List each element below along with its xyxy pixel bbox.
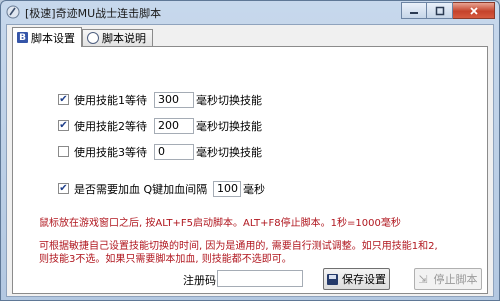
skill-2-wait-input[interactable]: 200	[154, 117, 194, 134]
stop-script-label: 停止脚本	[433, 273, 478, 286]
skill-3-wait-input[interactable]: 0	[154, 143, 194, 160]
tuning-instructions-cont: 则技能3不选。如果只需要脚本加血, 则技能都不选即可。	[39, 254, 292, 265]
app-window: [极速]奇迹MU战士连击脚本 B 脚本设置 脚本说明 ✔ 使用技能1等待 300…	[0, 0, 500, 301]
minimize-button[interactable]	[401, 2, 427, 19]
info-tab-icon	[87, 32, 99, 44]
save-icon	[327, 273, 338, 285]
save-settings-button[interactable]: 保存设置	[323, 268, 390, 290]
skill-3-checkbox[interactable]	[58, 146, 69, 157]
close-button[interactable]	[453, 2, 495, 19]
skill-1-row: ✔ 使用技能1等待 300 毫秒切换技能	[58, 91, 262, 108]
save-settings-label: 保存设置	[342, 273, 386, 286]
stop-script-button[interactable]: ⇲ 停止脚本	[414, 268, 482, 290]
skill-2-checkbox[interactable]: ✔	[58, 120, 69, 131]
close-icon	[469, 6, 478, 15]
hotkey-instructions: 鼠标放在游戏窗口之后, 按ALT+F5启动脚本。ALT+F8停止脚本。1秒=10…	[39, 218, 401, 229]
tab-script-description[interactable]: 脚本说明	[82, 29, 153, 46]
skill-2-row: ✔ 使用技能2等待 200 毫秒切换技能	[58, 117, 262, 134]
skill-2-suffix: 毫秒切换技能	[196, 119, 262, 133]
stop-icon: ⇲	[418, 272, 428, 286]
skill-2-label: 使用技能2等待	[74, 119, 147, 133]
skill-1-checkbox[interactable]: ✔	[58, 94, 69, 105]
minimize-icon	[410, 11, 418, 14]
tab-label: 脚本说明	[102, 32, 146, 45]
heal-label: 是否需要加血 Q键加血间隔	[74, 182, 208, 196]
settings-panel: ✔ 使用技能1等待 300 毫秒切换技能 ✔ 使用技能2等待 200 毫秒切换技…	[12, 46, 488, 294]
skill-3-row: 使用技能3等待 0 毫秒切换技能	[58, 143, 262, 160]
heal-row: ✔ 是否需要加血 Q键加血间隔 100 毫秒	[58, 180, 265, 197]
heal-suffix: 毫秒	[243, 182, 265, 196]
skill-3-label: 使用技能3等待	[74, 145, 147, 159]
app-icon	[6, 5, 20, 19]
tab-bar: B 脚本设置 脚本说明	[12, 27, 153, 47]
client-area: B 脚本设置 脚本说明 ✔ 使用技能1等待 300 毫秒切换技能 ✔ 使用技能2…	[6, 24, 494, 297]
heal-interval-input[interactable]: 100	[213, 180, 241, 197]
skill-1-suffix: 毫秒切换技能	[196, 93, 262, 107]
tab-script-settings[interactable]: B 脚本设置	[12, 27, 82, 47]
caption-buttons	[401, 2, 495, 20]
settings-tab-icon: B	[17, 32, 28, 43]
register-code-label: 注册码	[183, 274, 216, 287]
register-code-input[interactable]	[217, 270, 303, 287]
skill-1-label: 使用技能1等待	[74, 93, 147, 107]
heal-checkbox[interactable]: ✔	[58, 183, 69, 194]
skill-1-wait-input[interactable]: 300	[154, 91, 194, 108]
window-title: [极速]奇迹MU战士连击脚本	[25, 7, 162, 20]
skill-3-suffix: 毫秒切换技能	[196, 145, 262, 159]
title-bar[interactable]: [极速]奇迹MU战士连击脚本	[1, 1, 499, 23]
tab-label: 脚本设置	[31, 31, 75, 45]
maximize-icon	[435, 6, 444, 15]
maximize-button[interactable]	[427, 2, 453, 19]
